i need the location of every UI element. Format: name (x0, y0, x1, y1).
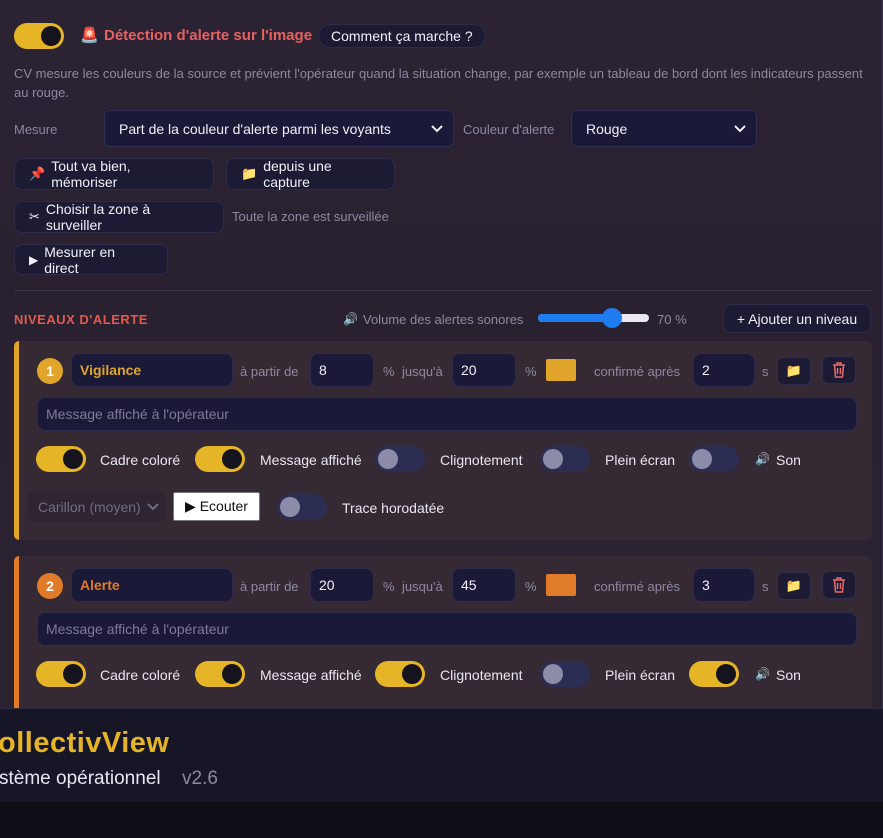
play-icon: ▶ (29, 252, 39, 267)
from-label: à partir de (240, 579, 299, 594)
fullscreen-label: Plein écran (605, 667, 676, 683)
level-delete-button[interactable] (822, 571, 856, 599)
bottom-bar (0, 802, 883, 838)
divider (14, 290, 872, 291)
add-level-button[interactable]: + Ajouter un niveau (723, 304, 871, 333)
blink-toggle[interactable] (375, 661, 425, 687)
message-label: Message affiché (260, 452, 362, 468)
frame-label: Cadre coloré (100, 452, 181, 468)
level-color-swatch[interactable] (546, 359, 576, 381)
to-label: jusqu'à (402, 579, 443, 594)
confirm-input[interactable]: 3 (693, 568, 755, 602)
confirm-label: confirmé après (594, 579, 680, 594)
volume-fill (538, 314, 612, 322)
speaker-icon: 🔊 (343, 312, 358, 326)
level-number: 1 (37, 358, 63, 384)
zone-status: Toute la zone est surveillée (232, 209, 389, 224)
listen-button[interactable]: ▶ Ecouter (173, 492, 260, 521)
siren-icon: 🚨 (80, 27, 99, 44)
volume-knob[interactable] (602, 308, 622, 328)
sound-label: Son (776, 667, 801, 683)
trace-toggle[interactable] (277, 494, 327, 520)
detection-description: CV mesure les couleurs de la source et p… (14, 66, 863, 100)
trace-label: Trace horodatée (342, 500, 445, 516)
from-label: à partir de (240, 364, 299, 379)
memorize-button[interactable]: 📌 Tout va bien, mémoriser (14, 158, 214, 190)
from-capture-button[interactable]: 📁 depuis une capture (226, 158, 395, 190)
chevron-down-icon (147, 503, 159, 511)
sound-toggle[interactable] (689, 446, 739, 472)
level-name-input[interactable]: Alerte (71, 568, 233, 602)
measure-live-button[interactable]: ▶ Mesurer en direct (14, 244, 168, 276)
to-label: jusqu'à (402, 364, 443, 379)
folder-icon: 📁 (785, 578, 803, 593)
level-card-1: 1 Vigilance à partir de 8 % jusqu'à 20 %… (14, 341, 872, 540)
chevron-down-icon (431, 124, 443, 132)
folder-icon: 📁 (241, 166, 258, 181)
message-toggle[interactable] (195, 446, 245, 472)
choose-zone-button[interactable]: ✂ Choisir la zone à surveiller (14, 201, 224, 233)
trash-icon (833, 362, 845, 378)
level-name-input[interactable]: Vigilance (71, 353, 233, 387)
fullscreen-label: Plein écran (605, 452, 676, 468)
message-input[interactable]: Message affiché à l'opérateur (37, 612, 857, 646)
alert-color-select[interactable]: Rouge (571, 110, 757, 147)
volume-label: Volume des alertes sonores (363, 312, 524, 327)
detection-title: Détection d'alerte sur l'image (104, 27, 313, 44)
fullscreen-toggle[interactable] (540, 446, 590, 472)
speaker-icon: 🔊 (755, 452, 770, 466)
seconds-label: s (762, 364, 769, 379)
percent-label: % (383, 579, 395, 594)
from-input[interactable]: 20 (310, 568, 374, 602)
level-delete-button[interactable] (822, 356, 856, 384)
alert-color-label: Couleur d'alerte (463, 122, 555, 137)
to-input[interactable]: 45 (452, 568, 516, 602)
blink-label: Clignotement (440, 452, 523, 468)
fullscreen-toggle[interactable] (540, 661, 590, 687)
measure-label: Mesure (14, 122, 58, 137)
frame-toggle[interactable] (36, 661, 86, 687)
speaker-icon: 🔊 (755, 667, 770, 681)
alert-detection-panel: 🚨 Détection d'alerte sur l'image Comment… (0, 0, 883, 708)
brand-subtitle: stème opérationnel (0, 768, 161, 789)
blink-label: Clignotement (440, 667, 523, 683)
frame-label: Cadre coloré (100, 667, 181, 683)
level-open-button[interactable]: 📁 (777, 572, 811, 600)
from-input[interactable]: 8 (310, 353, 374, 387)
detection-toggle[interactable] (14, 23, 64, 49)
level-number: 2 (37, 573, 63, 599)
brand-name: ollectivView (0, 727, 170, 759)
how-it-works-button[interactable]: Comment ça marche ? (318, 24, 486, 48)
pushpin-icon: 📌 (29, 166, 46, 181)
to-input[interactable]: 20 (452, 353, 516, 387)
level-color-swatch[interactable] (546, 574, 576, 596)
percent-label: % (383, 364, 395, 379)
confirm-label: confirmé après (594, 364, 680, 379)
measure-select[interactable]: Part de la couleur d'alerte parmi les vo… (104, 110, 454, 147)
app-footer: ollectivView stème opérationnel v2.6 (0, 708, 883, 802)
confirm-input[interactable]: 2 (693, 353, 755, 387)
frame-toggle[interactable] (36, 446, 86, 472)
scissors-icon: ✂ (29, 209, 40, 224)
folder-icon: 📁 (785, 363, 803, 378)
trash-icon (833, 577, 845, 593)
sound-label: Son (776, 452, 801, 468)
chevron-down-icon (734, 124, 746, 132)
sound-choice-select[interactable]: Carillon (moyen) (28, 492, 165, 522)
level-card-2: 2 Alerte à partir de 20 % jusqu'à 45 % c… (14, 556, 872, 708)
version: v2.6 (182, 768, 218, 789)
blink-toggle[interactable] (375, 446, 425, 472)
message-input[interactable]: Message affiché à l'opérateur (37, 397, 857, 431)
seconds-label: s (762, 579, 769, 594)
message-toggle[interactable] (195, 661, 245, 687)
percent-label: % (525, 579, 537, 594)
volume-slider[interactable] (538, 308, 649, 328)
levels-title: NIVEAUX D'ALERTE (14, 312, 148, 327)
percent-label: % (525, 364, 537, 379)
level-open-button[interactable]: 📁 (777, 357, 811, 385)
sound-toggle[interactable] (689, 661, 739, 687)
message-label: Message affiché (260, 667, 362, 683)
volume-value: 70 % (657, 312, 687, 327)
